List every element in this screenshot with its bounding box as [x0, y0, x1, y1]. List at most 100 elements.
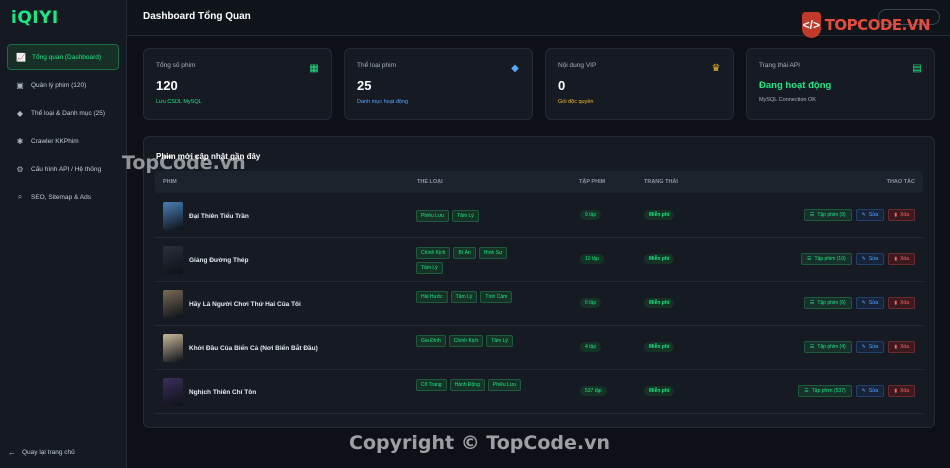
genre-tag: Tâm Lý — [450, 291, 478, 303]
trash-icon: ▮ — [894, 212, 898, 218]
table-row: Nghịch Thiên Chí Tôn Cổ Trang Hành Động Phi… — [155, 370, 923, 414]
genre-tags: Phiêu Lưu Tâm Lý — [416, 210, 526, 222]
episodes-button[interactable]: ☰ Tập phim (4) — [803, 341, 852, 353]
trash-icon: ▮ — [894, 300, 898, 306]
edit-icon: ✎ — [861, 212, 866, 218]
movie-poster[interactable] — [163, 334, 183, 362]
table-row: Giảng Đường Thép Chính Kịch Bí Ẩn Hình Sự Tâ… — [155, 238, 923, 282]
th-actions: THAO TÁC — [886, 179, 915, 185]
sidebar-item-1[interactable]: ▣ Quản lý phim (120) — [7, 72, 119, 98]
stat-card: Tổng số phim 120 Lưu CSDL MySQL ▦ — [143, 48, 332, 120]
stat-sub: Gói độc quyền — [558, 99, 594, 105]
delete-button[interactable]: ▮ Xóa — [888, 341, 915, 353]
edit-icon: ✎ — [861, 388, 866, 394]
film-icon: ▣ — [16, 80, 24, 90]
stat-value: 0 — [558, 78, 566, 93]
status-badge: Miễn phí — [644, 254, 675, 264]
list-icon: ☰ — [809, 212, 815, 218]
genre-tag: Bí Ẩn — [453, 247, 476, 259]
sidebar: iQIYI 📈 Tổng quan (Dashboard) ▣ Quản lý phi… — [0, 0, 127, 468]
genre-tags: Chính Kịch Bí Ẩn Hình Sự Tâm Lý — [416, 247, 526, 274]
movie-poster[interactable] — [163, 290, 183, 318]
genre-tag: Chính Kịch — [416, 247, 451, 259]
episodes-button-label: Tập phim (4) — [817, 344, 846, 350]
genre-tags: Cổ Trang Hành Động Phiêu Lưu — [416, 379, 526, 391]
sidebar-item-4[interactable]: ⚙ Cấu hình API / Hệ thống — [7, 156, 119, 182]
stat-label: Tổng số phim — [156, 62, 196, 69]
edit-button-label: Sửa — [868, 212, 879, 218]
status-badge: Miễn phí — [644, 210, 675, 220]
movie-poster[interactable] — [163, 202, 183, 230]
episode-count-badge: 10 tập — [580, 254, 604, 264]
episodes-button[interactable]: ☰ Tập phim (10) — [801, 253, 852, 265]
th-status: TRẠNG THÁI — [644, 179, 678, 185]
movie-poster[interactable] — [163, 378, 183, 406]
episodes-button-label: Tập phim (9) — [817, 212, 846, 218]
sidebar-item-0[interactable]: 📈 Tổng quan (Dashboard) — [7, 44, 119, 70]
th-movie: PHIM — [163, 179, 177, 185]
row-actions: ☰ Tập phim (4) ✎ Sửa ▮ Xóa — [803, 341, 915, 353]
list-icon: ☰ — [804, 388, 809, 394]
edit-button[interactable]: ✎ Sửa — [855, 253, 885, 265]
edit-button[interactable]: ✎ Sửa — [855, 341, 885, 353]
episode-count-badge: 9 tập — [580, 210, 602, 220]
gear-icon: ⚙ — [16, 164, 24, 174]
episodes-button[interactable]: ☰ Tập phim (6) — [803, 297, 852, 309]
trash-icon: ▮ — [894, 388, 898, 394]
delete-button[interactable]: ▮ Xóa — [888, 297, 915, 309]
movie-title[interactable]: Hãy Là Người Chơi Thứ Hai Của Tôi — [189, 301, 301, 308]
sidebar-item-2[interactable]: ◆ Thể loại & Danh mục (25) — [7, 100, 119, 126]
sidebar-item-label: Tổng quan (Dashboard) — [32, 53, 102, 61]
movie-title[interactable]: Nghịch Thiên Chí Tôn — [189, 389, 256, 396]
delete-button[interactable]: ▮ Xóa — [888, 253, 915, 265]
sidebar-item-label: Thể loại & Danh mục (25) — [31, 109, 106, 117]
delete-button[interactable]: ▮ Xóa — [888, 209, 915, 221]
movie-title[interactable]: Giảng Đường Thép — [189, 257, 249, 264]
edit-icon: ✎ — [861, 300, 866, 306]
stat-label: Nội dung VIP — [558, 62, 597, 69]
arrow-left-icon: ← — [8, 448, 16, 457]
list-icon: ☰ — [809, 300, 815, 306]
list-icon: ☰ — [809, 344, 815, 350]
crown-icon: ♛ — [711, 62, 721, 74]
shield-icon: </> — [802, 12, 821, 38]
stat-label: Trạng thái API — [759, 62, 800, 69]
edit-button[interactable]: ✎ Sửa — [855, 209, 885, 221]
sidebar-item-5[interactable]: ⌕ SEO, Sitemap & Ads — [7, 184, 119, 210]
sidebar-item-3[interactable]: ✱ Crawler KKPhim — [7, 128, 119, 154]
tag-icon: ◆ — [16, 108, 24, 118]
movie-title[interactable]: Khởi Đầu Của Biển Cả (Nơi Biển Bắt Đầu) — [189, 345, 318, 352]
genre-tag: Tình Cảm — [480, 291, 513, 303]
sidebar-nav: 📈 Tổng quan (Dashboard) ▣ Quản lý phim (120… — [7, 44, 119, 212]
episodes-button[interactable]: ☰ Tập phim (537) — [798, 385, 852, 397]
genre-tag: Phiêu Lưu — [487, 379, 521, 391]
watermark-logo-text: TOPCODE.VN — [824, 16, 931, 34]
stat-value: Đang hoạt động — [759, 80, 832, 91]
movie-title[interactable]: Đại Thiên Tiểu Trần — [189, 213, 249, 220]
app-logo[interactable]: iQIYI — [11, 8, 59, 28]
genre-tag: Tâm Lý — [416, 262, 443, 274]
episodes-button-label: Tập phim (6) — [817, 300, 846, 306]
row-actions: ☰ Tập phim (537) ✎ Sửa ▮ Xóa — [798, 385, 915, 397]
edit-button-label: Sửa — [868, 256, 879, 262]
row-actions: ☰ Tập phim (10) ✎ Sửa ▮ Xóa — [801, 253, 915, 265]
delete-button-label: Xóa — [900, 256, 909, 262]
episodes-button[interactable]: ☰ Tập phim (9) — [803, 209, 852, 221]
genre-tag: Tâm Lý — [486, 335, 513, 347]
table-header: PHIM THỂ LOẠI TẬP PHIM TRẠNG THÁI THAO T… — [155, 171, 923, 193]
stat-card: Thể loại phim 25 Danh mục hoạt động ◆ — [344, 48, 533, 120]
stat-value: 25 — [357, 78, 372, 93]
edit-button[interactable]: ✎ Sửa — [855, 297, 885, 309]
genre-tag: Phiêu Lưu — [416, 210, 450, 222]
movie-poster[interactable] — [163, 246, 183, 274]
watermark-logo: </> TOPCODE.VN — [802, 8, 931, 42]
delete-button[interactable]: ▮ Xóa — [888, 385, 915, 397]
stat-cards: Tổng số phim 120 Lưu CSDL MySQL ▦ Thể loại p… — [143, 48, 935, 120]
row-actions: ☰ Tập phim (9) ✎ Sửa ▮ Xóa — [803, 209, 915, 221]
episode-count-badge: 6 tập — [580, 298, 602, 308]
edit-icon: ✎ — [861, 256, 866, 262]
sidebar-item-label: Crawler KKPhim — [31, 137, 79, 145]
edit-button[interactable]: ✎ Sửa — [855, 385, 885, 397]
delete-button-label: Xóa — [900, 344, 909, 350]
back-to-home-link[interactable]: ← Quay lại trang chủ — [8, 448, 75, 457]
